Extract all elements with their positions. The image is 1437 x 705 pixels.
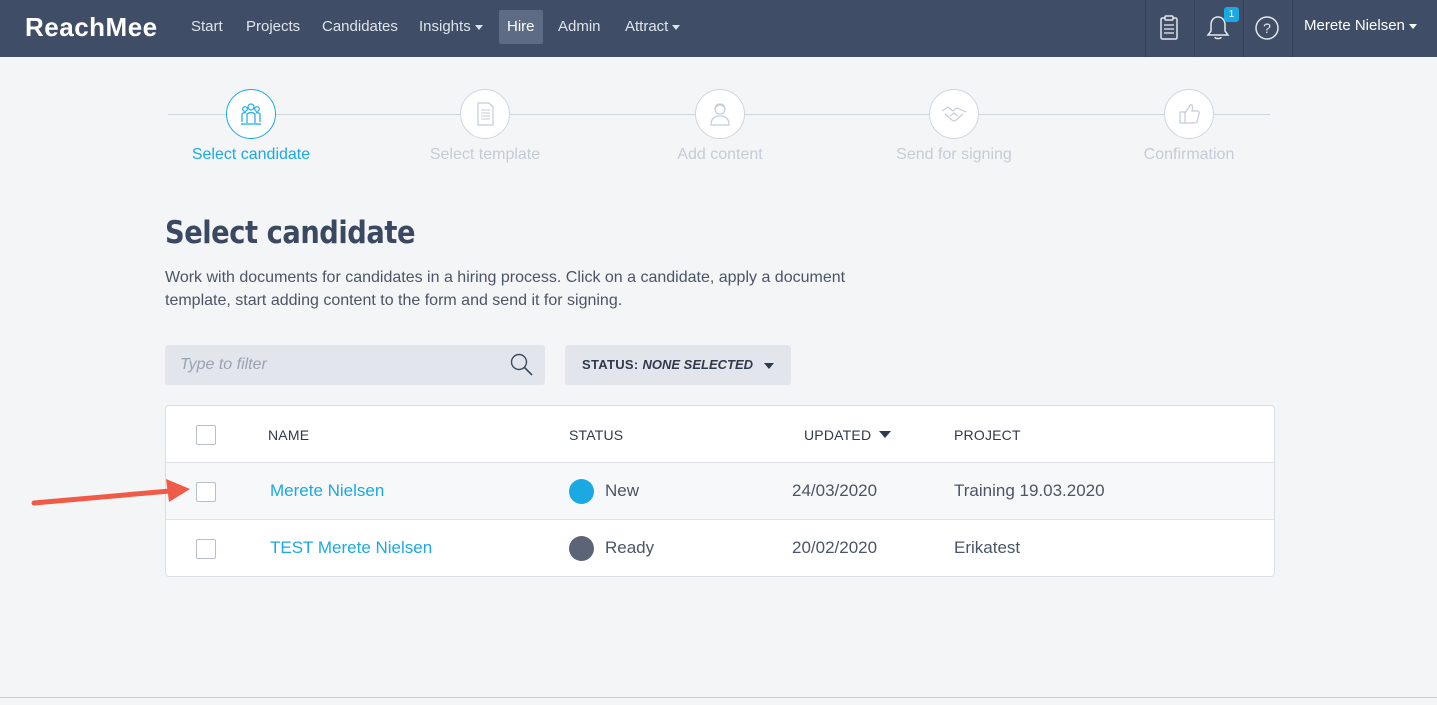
svg-text:?: ?	[1263, 20, 1271, 36]
document-icon	[477, 102, 494, 126]
step-label: Select template	[429, 146, 541, 163]
updated-date: 20/02/2020	[792, 538, 878, 557]
nav-item-attract[interactable]: Attract	[625, 10, 681, 44]
nav-item-candidates[interactable]: Candidates	[322, 10, 398, 44]
step-label: Confirmation	[1143, 146, 1235, 163]
nav-item-admin[interactable]: Admin	[558, 10, 601, 44]
column-header-project[interactable]: PROJECT	[954, 427, 1021, 443]
candidate-name-link[interactable]: Merete Nielsen	[270, 481, 384, 501]
divider	[1243, 0, 1244, 57]
sort-desc-icon	[879, 431, 892, 438]
select-all-checkbox[interactable]	[196, 425, 216, 445]
status-filter-dropdown[interactable]: STATUS: NONE SELECTED	[565, 345, 791, 385]
top-navbar: ReachMee Start Projects Candidates Insig…	[0, 0, 1437, 57]
step-circle	[695, 89, 745, 139]
chevron-down-icon	[764, 363, 774, 369]
status-dot	[569, 536, 594, 561]
people-icon	[241, 103, 261, 125]
help-icon[interactable]: ?	[1251, 12, 1283, 44]
nav-item-start[interactable]: Start	[191, 10, 223, 44]
step-label: Add content	[677, 146, 763, 163]
project-name: Training 19.03.2020	[954, 481, 1105, 500]
divider	[1194, 0, 1195, 57]
status-filter-value: NONE SELECTED	[642, 357, 754, 372]
user-name-label: Merete Nielsen	[1304, 17, 1405, 34]
nav-item-label: Projects	[246, 18, 301, 35]
divider	[1292, 0, 1293, 57]
step-circle	[929, 89, 979, 139]
thumbs-up-icon	[1179, 104, 1200, 124]
step-send-for-signing[interactable]: Send for signing	[834, 89, 1074, 164]
row-checkbox[interactable]	[196, 539, 216, 559]
clipboard-icon[interactable]	[1153, 12, 1185, 44]
status-dot	[569, 479, 594, 504]
step-circle	[226, 89, 276, 139]
column-header-label: UPDATED	[804, 427, 872, 443]
search-icon[interactable]	[509, 352, 535, 378]
column-header-status[interactable]: STATUS	[569, 427, 623, 443]
status-label: Ready	[605, 538, 655, 557]
handshake-icon	[941, 106, 967, 122]
nav-item-label: Attract	[625, 18, 669, 35]
page-title: Select candidate	[165, 215, 416, 251]
table-row[interactable]: TEST Merete Nielsen Ready 20/02/2020 Eri…	[166, 520, 1274, 576]
page-description: Work with documents for candidates in a …	[165, 269, 846, 309]
step-label: Select candidate	[191, 146, 311, 163]
table-row[interactable]: Merete Nielsen New 24/03/2020 Training 1…	[166, 463, 1274, 520]
step-confirmation[interactable]: Confirmation	[1069, 89, 1309, 164]
person-icon	[710, 103, 730, 126]
chevron-down-icon	[1408, 23, 1417, 29]
column-header-updated[interactable]: UPDATED	[804, 427, 892, 443]
nav-item-label: Hire	[507, 18, 535, 35]
step-circle	[460, 89, 510, 139]
nav-item-label: Insights	[419, 18, 471, 35]
filter-box	[165, 345, 545, 385]
project-name: Erikatest	[954, 538, 1021, 557]
candidates-table: NAME STATUS UPDATED PROJECT Merete Niels…	[165, 405, 1275, 577]
table-header: NAME STATUS UPDATED PROJECT	[166, 406, 1274, 463]
brand-logo[interactable]: ReachMee	[25, 12, 158, 43]
step-select-candidate[interactable]: Select candidate	[131, 89, 371, 164]
chevron-down-icon	[672, 24, 681, 30]
nav-item-label: Start	[191, 18, 223, 35]
candidate-name-link[interactable]: TEST Merete Nielsen	[270, 538, 432, 558]
footer-divider	[0, 697, 1437, 698]
column-header-name[interactable]: NAME	[268, 427, 309, 443]
chevron-down-icon	[474, 24, 483, 30]
step-label: Send for signing	[896, 146, 1012, 163]
row-checkbox[interactable]	[196, 482, 216, 502]
filter-input[interactable]	[165, 345, 495, 385]
annotation-arrow-icon	[31, 479, 190, 506]
notification-badge: 1	[1224, 7, 1239, 22]
status-label: New	[605, 481, 640, 500]
step-select-template[interactable]: Select template	[365, 89, 605, 164]
status-filter-label: STATUS:	[582, 357, 639, 372]
updated-date: 24/03/2020	[792, 481, 878, 500]
nav-item-label: Candidates	[322, 18, 398, 35]
nav-item-hire[interactable]: Hire	[499, 10, 543, 44]
user-menu[interactable]: Merete Nielsen	[1304, 17, 1417, 34]
nav-item-label: Admin	[558, 18, 601, 35]
divider	[1145, 0, 1146, 57]
step-add-content[interactable]: Add content	[600, 89, 840, 164]
nav-item-insights[interactable]: Insights	[419, 10, 483, 44]
step-circle	[1164, 89, 1214, 139]
nav-item-projects[interactable]: Projects	[246, 10, 300, 44]
